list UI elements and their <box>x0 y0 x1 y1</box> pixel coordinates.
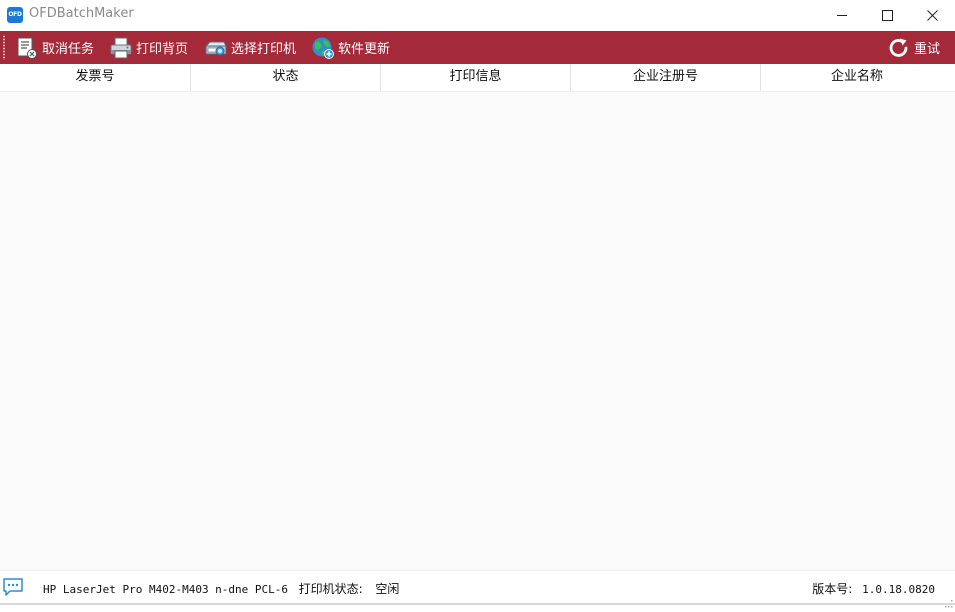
message-icon[interactable] <box>2 577 24 597</box>
printer-status: HP LaserJet Pro M402-M403 n-dne PCL-6 打印… <box>43 580 399 597</box>
cancel-task-button[interactable]: 取消任务 <box>15 34 94 61</box>
resize-grip-icon[interactable] <box>943 593 953 608</box>
version-number: 1.0.18.0820 <box>862 583 935 596</box>
column-header-company-name[interactable]: 企业名称 <box>761 64 953 91</box>
retry-label: 重试 <box>914 42 941 57</box>
column-header-status[interactable]: 状态 <box>191 64 381 91</box>
scanner-icon <box>204 36 228 60</box>
printer-state-label: 打印机状态: <box>298 582 363 596</box>
close-button[interactable] <box>909 0 955 30</box>
version-info: 版本号: 1.0.18.0820 <box>812 580 935 597</box>
printer-icon <box>109 36 133 60</box>
minimize-icon <box>836 14 847 16</box>
printer-state: 空闲 <box>375 582 400 596</box>
table-header: 发票号 状态 打印信息 企业注册号 企业名称 <box>0 64 955 92</box>
app-logo-icon: OFD <box>7 7 23 23</box>
table-body[interactable] <box>0 92 955 569</box>
column-header-print-info[interactable]: 打印信息 <box>381 64 571 91</box>
print-back-button[interactable]: 打印背页 <box>109 34 188 61</box>
cancel-task-icon <box>15 36 39 60</box>
app-window: OFD OFDBatchMaker 取消任务 打印背页 选择打印机 软件更新 重… <box>0 0 955 608</box>
close-icon <box>926 9 938 21</box>
select-printer-label: 选择打印机 <box>231 42 297 57</box>
cancel-task-label: 取消任务 <box>42 42 95 57</box>
column-header-invoice-number[interactable]: 发票号 <box>0 64 191 91</box>
software-update-button[interactable]: 软件更新 <box>311 34 390 61</box>
select-printer-button[interactable]: 选择打印机 <box>204 34 296 61</box>
toolbar-grip[interactable] <box>3 35 5 60</box>
maximize-button[interactable] <box>864 0 910 30</box>
window-bottom-border <box>0 603 955 605</box>
status-bar: HP LaserJet Pro M402-M403 n-dne PCL-6 打印… <box>0 570 955 608</box>
refresh-icon <box>887 36 911 60</box>
software-update-label: 软件更新 <box>338 42 391 57</box>
print-back-label: 打印背页 <box>136 42 189 57</box>
column-header-registration-number[interactable]: 企业注册号 <box>571 64 761 91</box>
title-bar[interactable]: OFD OFDBatchMaker <box>0 0 955 31</box>
window-title: OFDBatchMaker <box>29 6 134 21</box>
toolbar: 取消任务 打印背页 选择打印机 软件更新 重试 <box>0 31 955 64</box>
minimize-button[interactable] <box>819 0 865 30</box>
retry-button[interactable]: 重试 <box>887 34 940 61</box>
version-label: 版本号: <box>812 582 853 596</box>
globe-update-icon <box>311 36 335 60</box>
printer-name: HP LaserJet Pro M402-M403 n-dne PCL-6 <box>43 583 289 596</box>
maximize-icon <box>881 9 893 21</box>
